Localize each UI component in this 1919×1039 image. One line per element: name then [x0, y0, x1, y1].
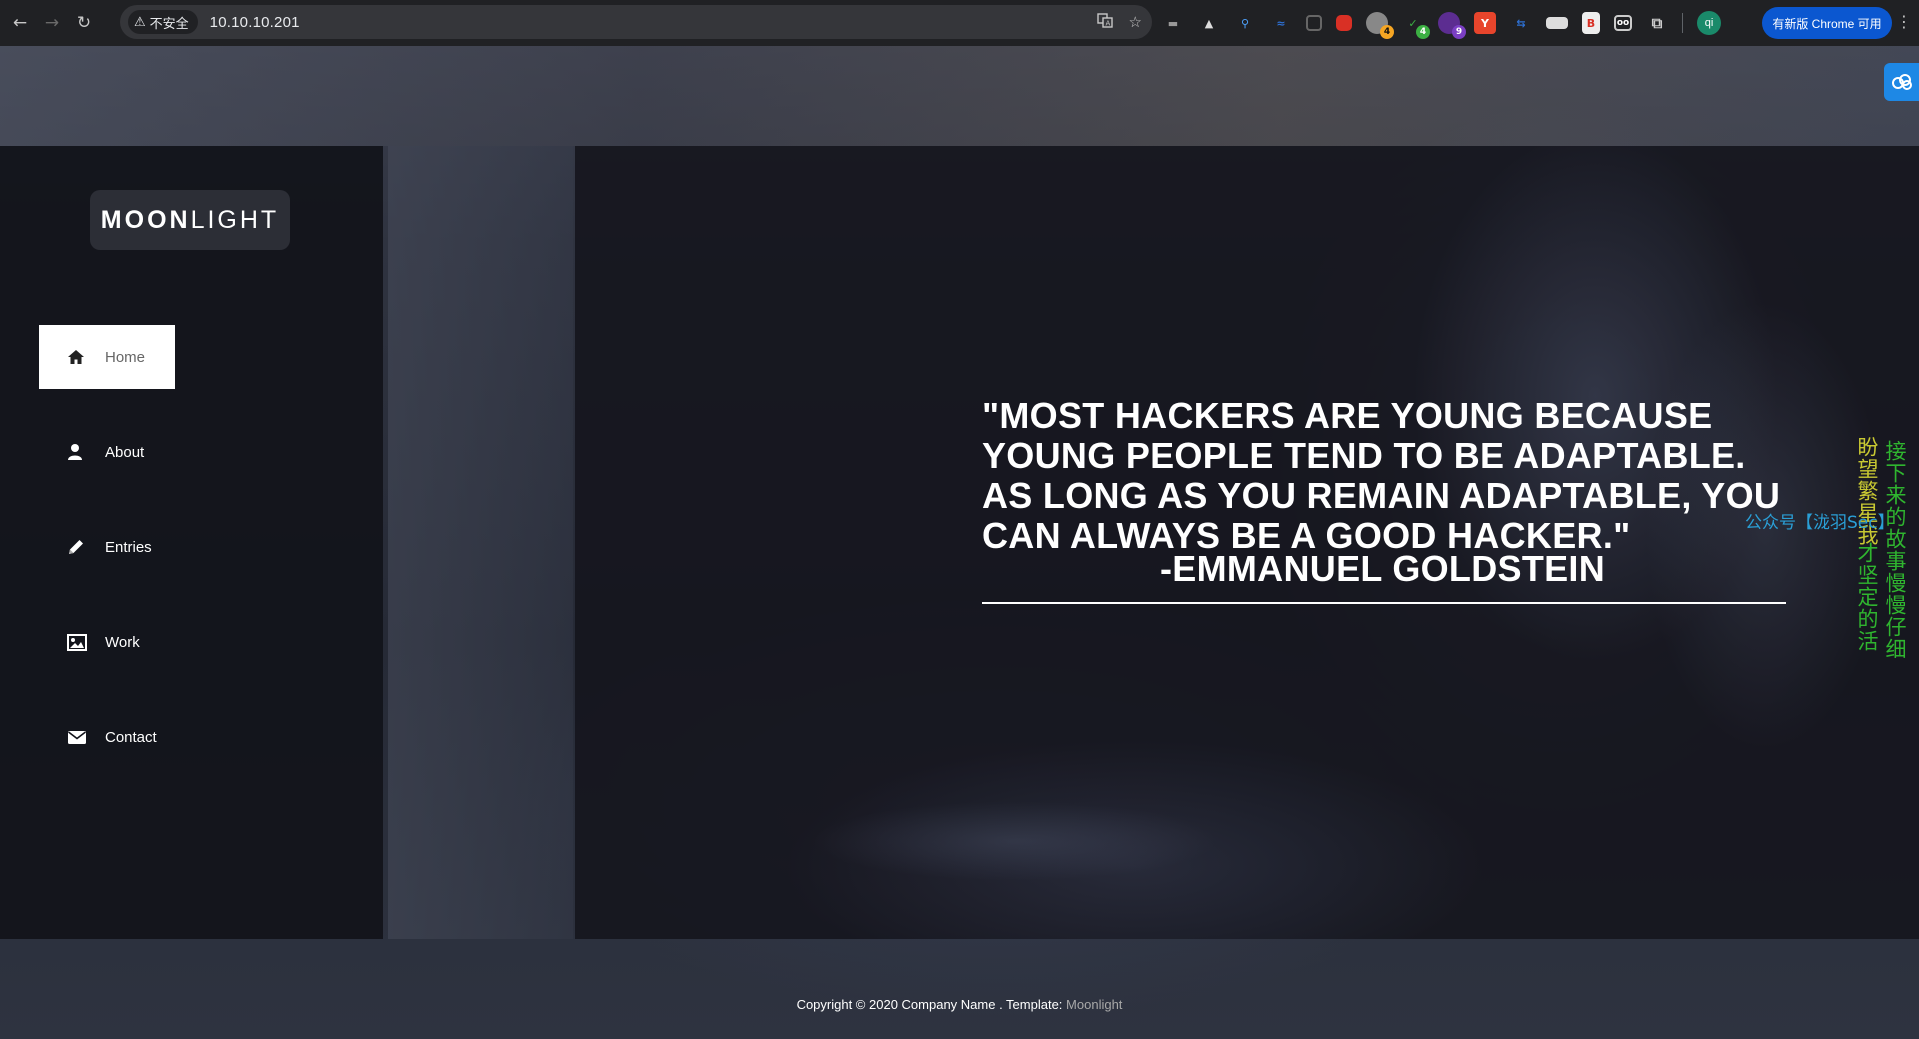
box-extension-icon[interactable]	[1306, 15, 1322, 31]
cloud-icon	[1891, 74, 1912, 90]
security-chip[interactable]: ⚠ 不安全	[128, 10, 198, 34]
footer-template-link[interactable]: Moonlight	[1066, 997, 1122, 1012]
nav-work[interactable]: Work	[39, 610, 175, 674]
bookmark-star-icon[interactable]: ☆	[1129, 13, 1142, 31]
footer-copyright: Copyright © 2020 Company Name . Template…	[796, 997, 1067, 1012]
cloud-widget-button[interactable]	[1884, 63, 1919, 101]
cube-extension-icon[interactable]	[1336, 15, 1352, 31]
user-icon	[67, 443, 97, 461]
chrome-update-button[interactable]: 有新版 Chrome 可用	[1762, 7, 1892, 39]
overlay-text-column-right: 接下来的故事慢慢仔细	[1883, 440, 1906, 660]
sail-extension-icon[interactable]: ▲	[1198, 12, 1220, 34]
envelope-icon	[67, 730, 97, 745]
background-column	[388, 146, 573, 939]
y-extension-icon[interactable]: Y	[1474, 12, 1496, 34]
back-icon[interactable]: ←	[8, 11, 32, 35]
overlay-watermark: 公众号【泷羽Sec】	[1745, 513, 1895, 533]
quote-divider	[982, 602, 1786, 604]
background-band	[0, 46, 1919, 146]
extensions-bar: ▬ ▲ ⚲ ≈ 4 ✓ 4 9 Y ⇆ B oo ⧉ qi	[1162, 0, 1721, 46]
translate-icon[interactable]: A	[1096, 12, 1113, 32]
leaf-extension-icon[interactable]: ✓ 4	[1402, 12, 1430, 39]
nav-home[interactable]: Home	[39, 325, 175, 389]
nav-about[interactable]: About	[39, 420, 175, 484]
warning-icon: ⚠	[134, 14, 146, 30]
toolbar-separator	[1682, 13, 1683, 33]
site-logo[interactable]: MOON LIGHT	[90, 190, 290, 250]
overlay-text-column-left-bottom: 才坚定的活	[1855, 542, 1878, 652]
nav-entries[interactable]: Entries	[39, 515, 175, 579]
puzzle-extensions-icon[interactable]: ⧉	[1646, 12, 1668, 34]
reload-icon[interactable]: ↻	[72, 11, 96, 35]
svg-text:A: A	[1105, 20, 1110, 28]
nav-about-label: About	[105, 443, 145, 461]
nav-contact-label: Contact	[105, 728, 157, 746]
pdf-extension-icon[interactable]: B	[1582, 12, 1600, 34]
home-icon	[67, 349, 97, 365]
figure-arm-image	[735, 786, 1295, 896]
pin-extension-icon[interactable]: ⚲	[1234, 12, 1256, 34]
main-panel: "MOST HACKERS ARE YOUNG BECAUSE YOUNG PE…	[575, 146, 1919, 939]
address-bar[interactable]: ⚠ 不安全 10.10.10.201 A ☆	[120, 5, 1152, 39]
image-icon	[67, 633, 97, 651]
hat-extension-icon[interactable]: ▬	[1162, 12, 1184, 34]
forward-icon[interactable]: →	[40, 11, 64, 35]
glasses-extension-icon[interactable]: oo	[1614, 15, 1632, 31]
security-label: 不安全	[149, 15, 189, 31]
nav-work-label: Work	[105, 633, 140, 651]
window-extension-icon[interactable]	[1546, 17, 1568, 29]
gear-extension-icon[interactable]: 4	[1366, 12, 1394, 39]
footer: Copyright © 2020 Company Name . Template…	[0, 997, 1919, 1012]
nav-home-label: Home	[105, 348, 146, 366]
pencil-icon	[67, 538, 97, 556]
wave-extension-icon[interactable]: ≈	[1270, 12, 1292, 34]
sidebar: MOON LIGHT Home About Entries Work Contac…	[0, 146, 383, 939]
grape-extension-icon[interactable]: 9	[1438, 12, 1466, 39]
url-text[interactable]: 10.10.10.201	[210, 14, 300, 31]
quote-author: -EMMANUEL GOLDSTEIN	[1160, 548, 1606, 589]
link-extension-icon[interactable]: ⇆	[1510, 12, 1532, 34]
nav-entries-label: Entries	[105, 538, 152, 556]
browser-toolbar: ← → ↻ ⚠ 不安全 10.10.10.201 A ☆ ▬ ▲ ⚲ ≈ 4 ✓…	[0, 0, 1919, 46]
profile-avatar[interactable]: qi	[1697, 11, 1721, 35]
nav-contact[interactable]: Contact	[39, 705, 175, 769]
hero-quote: "MOST HACKERS ARE YOUNG BECAUSE YOUNG PE…	[982, 395, 1781, 556]
more-menu-icon[interactable]: ⋮	[1896, 12, 1912, 31]
